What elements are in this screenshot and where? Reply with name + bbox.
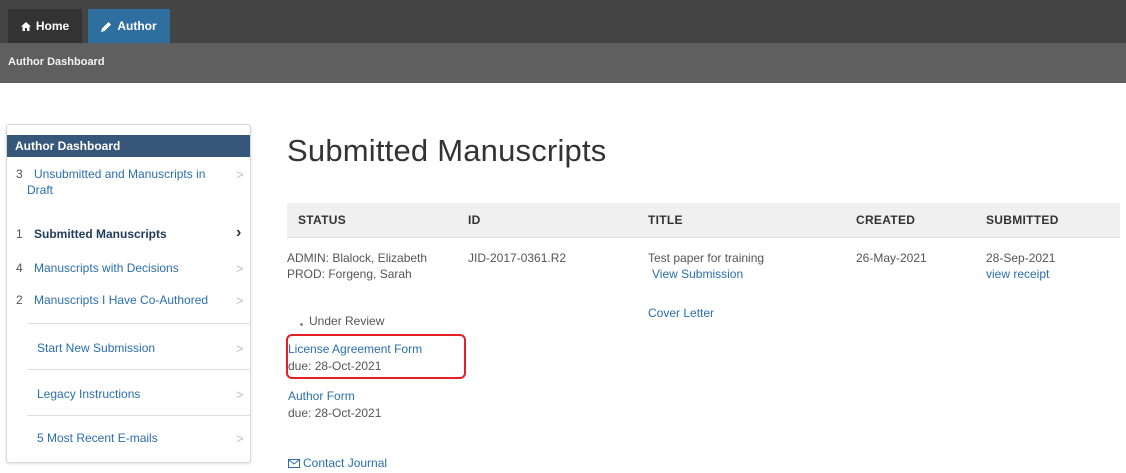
column-header-title: TITLE	[648, 213, 683, 227]
bullet-icon	[300, 323, 303, 326]
nav-tab-author-label: Author	[117, 19, 157, 33]
breadcrumb-bar: Author Dashboard	[0, 43, 1126, 83]
breadcrumb: Author Dashboard	[8, 56, 105, 68]
sidebar-item-label: Manuscripts I Have Co-Authored	[34, 293, 209, 307]
manuscript-title: Test paper for training	[648, 251, 765, 265]
view-submission-link[interactable]: View Submission	[652, 266, 743, 282]
column-header-status: STATUS	[298, 213, 347, 227]
envelope-icon	[288, 458, 300, 468]
sidebar-item-legacy-instructions[interactable]: Legacy Instructions >	[7, 387, 250, 405]
sidebar: Author Dashboard 3 Unsubmitted and Manus…	[6, 124, 251, 463]
sidebar-item-submitted[interactable]: 1 Submitted Manuscripts ›	[7, 224, 250, 245]
home-icon	[20, 21, 31, 31]
sidebar-item-label: Legacy Instructions	[37, 387, 141, 401]
author-form-link[interactable]: Author Form	[288, 388, 355, 404]
nav-tab-home-label: Home	[35, 19, 70, 33]
chevron-right-icon: >	[236, 341, 244, 356]
sidebar-item-count: 4	[16, 261, 23, 275]
column-header-submitted: SUBMITTED	[986, 213, 1059, 227]
contact-journal-link[interactable]: Contact Journal	[288, 455, 387, 471]
status-text: Under Review	[309, 314, 385, 328]
created-date: 26-May-2021	[856, 251, 927, 265]
nav-tab-author[interactable]: Author	[88, 9, 170, 43]
chevron-right-icon: >	[236, 167, 244, 182]
chevron-right-icon: >	[236, 293, 244, 308]
page-title: Submitted Manuscripts	[287, 133, 607, 168]
sidebar-item-start-new-submission[interactable]: Start New Submission >	[7, 341, 250, 359]
sidebar-title: Author Dashboard	[7, 135, 250, 157]
chevron-right-icon: >	[236, 261, 244, 276]
sidebar-item-count: 3	[16, 167, 23, 181]
submitted-date: 28-Sep-2021	[986, 251, 1056, 265]
cover-letter-link[interactable]: Cover Letter	[648, 305, 714, 321]
sidebar-item-label: Manuscripts with Decisions	[34, 261, 179, 275]
manuscript-id: JID-2017-0361.R2	[468, 251, 567, 265]
top-nav-bar: Home Author	[0, 0, 1126, 43]
nav-tab-home[interactable]: Home	[8, 9, 82, 43]
sidebar-item-count: 1	[16, 227, 23, 241]
sidebar-divider	[27, 415, 250, 416]
view-receipt-link[interactable]: view receipt	[986, 266, 1049, 282]
sidebar-item-label: Start New Submission	[37, 341, 156, 355]
column-header-id: ID	[468, 213, 481, 227]
table-header: STATUS ID TITLE CREATED SUBMITTED	[287, 203, 1120, 238]
author-form-due-date: due: 28-Oct-2021	[288, 406, 382, 420]
column-header-created: CREATED	[856, 213, 916, 227]
sidebar-item-label: Submitted Manuscripts	[34, 227, 167, 241]
sidebar-item-recent-emails[interactable]: 5 Most Recent E-mails >	[7, 431, 250, 449]
sidebar-item-count: 2	[16, 293, 23, 307]
contact-journal-label: Contact Journal	[303, 456, 388, 470]
sidebar-divider	[27, 369, 250, 370]
sidebar-item-unsubmitted[interactable]: 3 Unsubmitted and Manuscripts in Draft >	[7, 167, 250, 203]
admin-contact: ADMIN: Blalock, Elizabeth	[287, 251, 428, 265]
sidebar-item-label: 5 Most Recent E-mails	[37, 431, 158, 445]
sidebar-divider	[27, 323, 250, 324]
chevron-right-icon: ›	[236, 224, 242, 241]
prod-contact: PROD: Forgeng, Sarah	[287, 267, 412, 281]
highlight-box	[286, 334, 466, 379]
pencil-icon	[101, 21, 112, 32]
chevron-right-icon: >	[236, 387, 244, 402]
chevron-right-icon: >	[236, 431, 244, 446]
sidebar-item-label: Unsubmitted and Manuscripts in	[34, 167, 206, 181]
sidebar-item-label-line2: Draft	[27, 183, 54, 197]
sidebar-item-coauthored[interactable]: 2 Manuscripts I Have Co-Authored >	[7, 293, 250, 311]
sidebar-item-decisions[interactable]: 4 Manuscripts with Decisions >	[7, 261, 250, 279]
